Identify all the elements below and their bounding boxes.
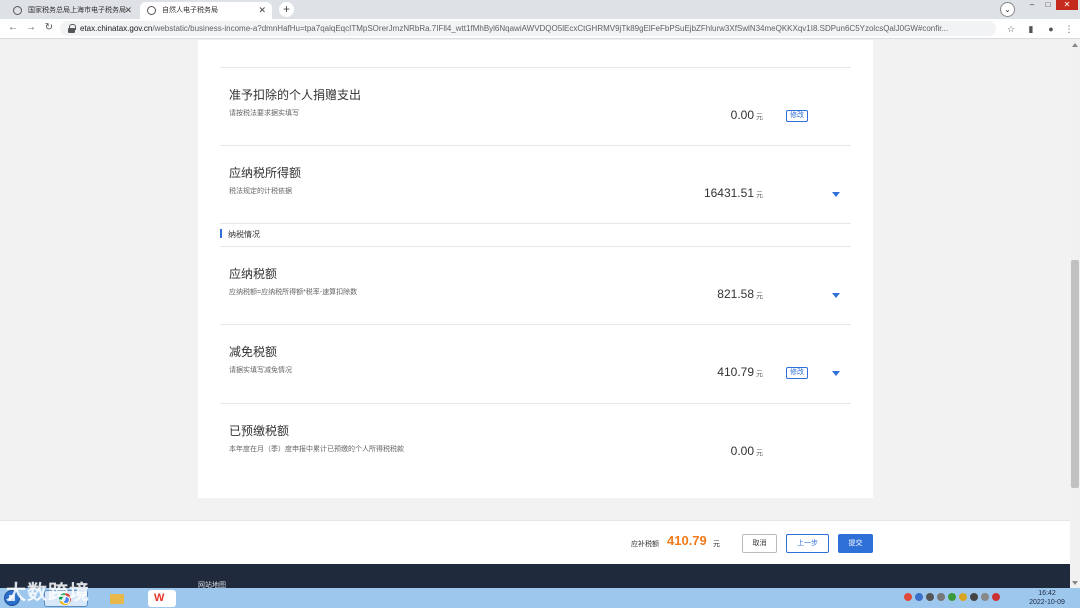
scroll-down-icon[interactable] (1072, 581, 1078, 585)
modify-button[interactable]: 修改 (786, 367, 808, 379)
row-hint: 请按税法要求据实填写 (229, 110, 299, 117)
scrollbar-thumb[interactable] (1071, 260, 1079, 488)
reload-icon[interactable]: ↻ (42, 21, 56, 35)
back-icon[interactable]: ← (6, 21, 20, 35)
page-scrollbar[interactable] (1070, 40, 1080, 588)
taskbar-explorer[interactable] (96, 590, 140, 607)
form-card: 准予扣除的个人捐赠支出 请按税法要求据实填写 0.00 元 修改 应纳税所得额 税… (198, 40, 873, 498)
row-value: 821.58 元 (717, 287, 763, 301)
sitemap-link[interactable]: 网站地图 (198, 580, 226, 588)
tray-icon[interactable] (992, 593, 1000, 601)
submit-button[interactable]: 提交 (838, 534, 873, 553)
tray-icon[interactable] (937, 593, 945, 601)
lock-icon (68, 24, 76, 33)
tray-icon[interactable] (926, 593, 934, 601)
tax-due-label: 应补税额 (631, 541, 659, 548)
row-prepaid-tax: 已预缴税额 本年度在月（季）度申报中累计已预缴的个人所得税税款 0.00 元 (220, 404, 851, 483)
row-label: 已预缴税额 (229, 424, 290, 438)
tab-title: 国家税务总局上海市电子税务局 (28, 7, 126, 14)
forward-icon[interactable]: → (24, 21, 38, 35)
tray-icon[interactable] (948, 593, 956, 601)
row-hint: 应纳税额=应纳税所得额*税率-速算扣除数 (229, 289, 358, 296)
row-value: 0.00 元 (730, 444, 763, 458)
star-icon[interactable]: ☆ (1004, 22, 1018, 36)
tax-due-unit: 元 (713, 541, 720, 548)
action-footer: 应补税额 410.79 元 取消 上一步 提交 (0, 520, 1070, 564)
tray-icon[interactable] (970, 593, 978, 601)
cut-off-row (220, 40, 851, 68)
url-path: /webstatic/business-income-a?dmnHafHu=tp… (152, 24, 949, 33)
tab-title: 自然人电子税务局 (162, 7, 218, 14)
tray-icon[interactable] (915, 593, 923, 601)
clock[interactable]: 16:42 2022-10-09 (1024, 589, 1070, 607)
row-value: 410.79 元 (717, 365, 763, 379)
address-bar: ← → ↻ etax.chinatax.gov.cn/webstatic/bus… (0, 19, 1080, 39)
minimize-button[interactable]: – (1024, 0, 1040, 10)
row-value: 16431.51 元 (703, 186, 763, 200)
chevron-down-icon[interactable] (832, 371, 840, 376)
row-label: 应纳税额 (229, 267, 278, 281)
tab-strip: 国家税务总局上海市电子税务局 ✕ 自然人电子税务局 ✕ + ⌄ – □ ✕ (0, 0, 1080, 19)
cancel-button[interactable]: 取消 (742, 534, 777, 553)
row-label: 准予扣除的个人捐赠支出 (229, 88, 362, 102)
chevron-down-icon[interactable] (832, 293, 840, 298)
watermark: 大数跨境 (6, 582, 90, 604)
taskbar-wps[interactable]: W (148, 590, 176, 607)
globe-icon (13, 6, 22, 15)
row-value: 0.00 元 (730, 108, 763, 122)
clock-time: 16:42 (1038, 590, 1056, 597)
tab-search-button[interactable]: ⌄ (1000, 2, 1015, 17)
tray-icon[interactable] (981, 593, 989, 601)
url-input[interactable]: etax.chinatax.gov.cn/webstatic/business-… (60, 21, 996, 36)
wps-icon: W (154, 592, 165, 604)
row-donation: 准予扣除的个人捐赠支出 请按税法要求据实填写 0.00 元 修改 (220, 68, 851, 146)
tab-shanghai-etax[interactable]: 国家税务总局上海市电子税务局 ✕ (6, 2, 138, 19)
chevron-down-icon[interactable] (832, 192, 840, 197)
row-hint: 税法规定的计税依据 (229, 188, 292, 195)
profile-icon[interactable]: ● (1044, 22, 1058, 36)
page-viewport: 准予扣除的个人捐赠支出 请按税法要求据实填写 0.00 元 修改 应纳税所得额 税… (0, 40, 1070, 588)
close-icon[interactable]: ✕ (258, 2, 266, 19)
modify-button[interactable]: 修改 (786, 110, 808, 122)
window-close-button[interactable]: ✕ (1056, 0, 1078, 10)
tray-icon[interactable] (959, 593, 967, 601)
row-taxable-income: 应纳税所得额 税法规定的计税依据 16431.51 元 (220, 146, 851, 224)
clock-date: 2022-10-09 (1029, 599, 1065, 606)
globe-icon (147, 6, 156, 15)
system-tray (904, 593, 1000, 603)
tax-due-amount: 410.79 (667, 533, 707, 548)
close-icon[interactable]: ✕ (124, 2, 132, 19)
menu-icon[interactable]: ⋮ (1062, 22, 1076, 36)
row-tax-relief: 减免税额 请据实填写减免情况 410.79 元 修改 (220, 325, 851, 404)
previous-step-button[interactable]: 上一步 (786, 534, 829, 553)
side-panel-icon[interactable]: ▮ (1024, 22, 1038, 36)
section-title: 纳税情况 (220, 229, 260, 240)
row-label: 减免税额 (229, 345, 278, 359)
new-tab-button[interactable]: + (279, 2, 294, 17)
scroll-up-icon[interactable] (1072, 43, 1078, 47)
taskbar: W 16:42 2022-10-09 (0, 588, 1080, 608)
row-hint: 本年度在月（季）度申报中累计已预缴的个人所得税税款 (229, 446, 404, 453)
site-footer: 网站地图 (0, 564, 1070, 588)
row-label: 应纳税所得额 (229, 166, 302, 180)
tray-icon[interactable] (904, 593, 912, 601)
url-host: etax.chinatax.gov.cn (80, 24, 153, 33)
maximize-button[interactable]: □ (1040, 0, 1056, 10)
row-hint: 请据实填写减免情况 (229, 367, 292, 374)
row-tax-payable: 应纳税额 应纳税额=应纳税所得额*税率-速算扣除数 821.58 元 (220, 246, 851, 325)
tab-natural-person-etax[interactable]: 自然人电子税务局 ✕ (140, 2, 272, 19)
